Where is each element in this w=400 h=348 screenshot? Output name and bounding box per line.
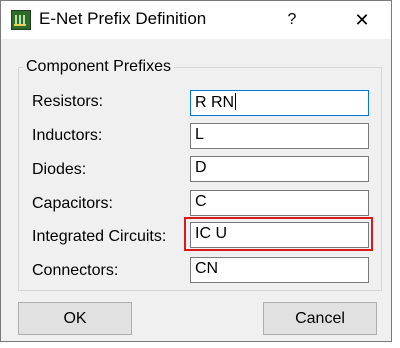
inductors-label: Inductors: bbox=[32, 127, 103, 144]
resistors-value: R RN bbox=[195, 94, 235, 111]
resistors-label: Resistors: bbox=[32, 93, 104, 110]
title-bar: E-Net Prefix Definition ? ✕ bbox=[1, 1, 391, 39]
text-caret bbox=[235, 93, 237, 110]
connectors-field[interactable]: CN bbox=[190, 257, 369, 283]
integrated-circuits-label: Integrated Circuits: bbox=[32, 228, 167, 245]
diodes-field[interactable]: D bbox=[190, 156, 369, 182]
resistors-field[interactable]: R RN bbox=[190, 90, 369, 116]
cancel-button[interactable]: Cancel bbox=[263, 302, 377, 335]
app-icon bbox=[11, 10, 31, 30]
ok-button[interactable]: OK bbox=[18, 302, 132, 335]
group-label: Component Prefixes bbox=[23, 58, 174, 76]
highlight-box bbox=[184, 217, 373, 251]
capacitors-field[interactable]: C bbox=[190, 190, 369, 216]
help-button[interactable]: ? bbox=[277, 7, 307, 33]
capacitors-label: Capacitors: bbox=[32, 195, 113, 212]
close-button[interactable]: ✕ bbox=[345, 7, 379, 33]
prefix-definition-dialog: E-Net Prefix Definition ? ✕ Component Pr… bbox=[0, 0, 392, 342]
connectors-label: Connectors: bbox=[32, 262, 119, 279]
diodes-label: Diodes: bbox=[32, 161, 87, 178]
inductors-field[interactable]: L bbox=[190, 123, 369, 149]
window-title: E-Net Prefix Definition bbox=[39, 9, 207, 28]
